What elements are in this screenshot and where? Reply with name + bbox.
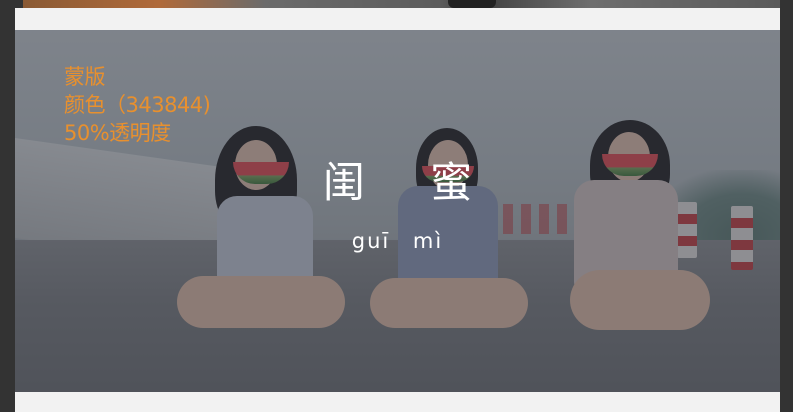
previous-photo-strip: [23, 0, 780, 8]
mask-note-line: 50%透明度: [64, 121, 171, 145]
banner-title: 闺 蜜: [322, 158, 499, 207]
mask-note: 蒙版 颜色（343844) 50%透明度: [64, 63, 211, 147]
mask-note-line: 颜色（343844): [64, 93, 211, 117]
photo-detail: [448, 0, 496, 8]
mask-note-line: 蒙版: [64, 65, 106, 89]
banner-pinyin: guī mì: [351, 229, 444, 253]
page-canvas: 蒙版 颜色（343844) 50%透明度 闺 蜜 guī mì: [15, 8, 780, 412]
banner-image: 蒙版 颜色（343844) 50%透明度 闺 蜜 guī mì: [15, 30, 780, 392]
